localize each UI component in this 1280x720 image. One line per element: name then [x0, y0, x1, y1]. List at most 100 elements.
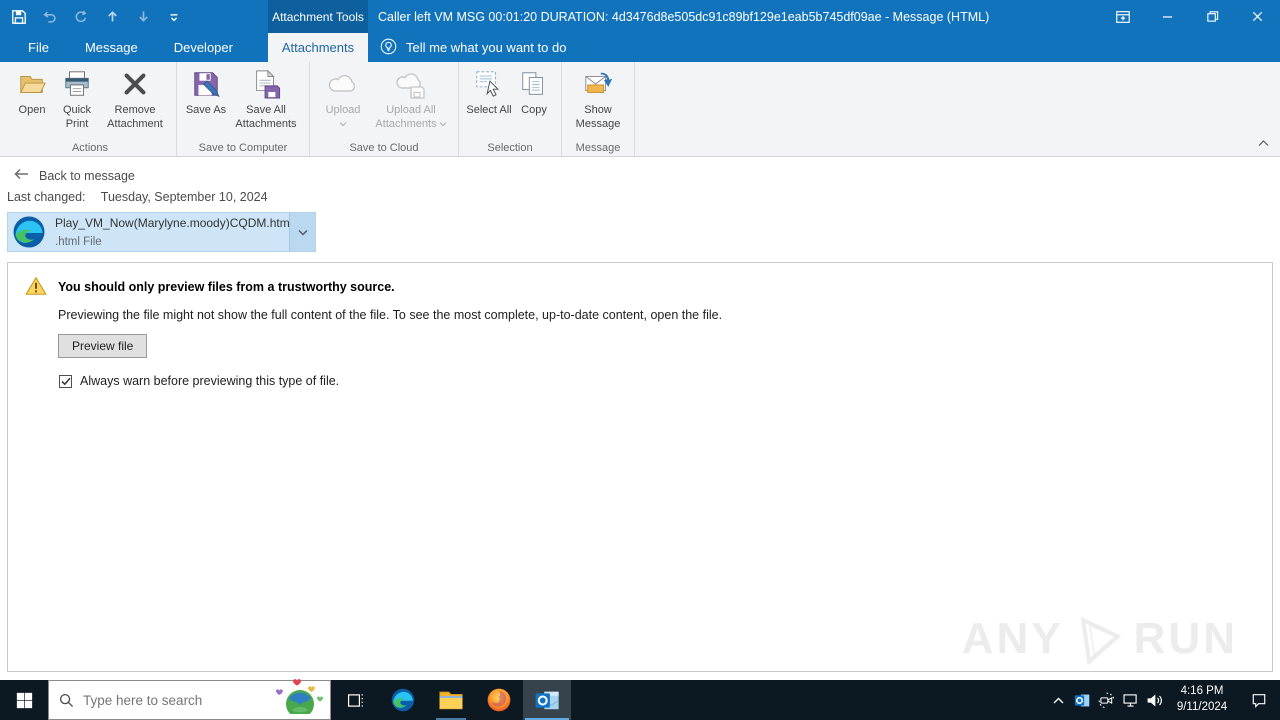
select-all-icon	[472, 67, 506, 101]
save-all-attachments-button[interactable]: Save All Attachments	[229, 65, 303, 132]
taskbar-outlook-button[interactable]	[523, 680, 571, 720]
minimize-icon[interactable]	[1145, 0, 1190, 33]
copy-label: Copy	[521, 104, 547, 116]
attachment-dropdown-button[interactable]	[289, 213, 315, 251]
open-label: Open	[18, 104, 46, 116]
remove-attachment-button[interactable]: Remove Attachment	[100, 65, 170, 132]
upload-all-cloud-icon	[394, 67, 428, 101]
upload-label: Upload	[325, 104, 361, 116]
search-icon	[59, 693, 74, 708]
ribbon-group-save-to-cloud: Upload Upload All Attachments Save to Cl…	[310, 62, 459, 156]
window-controls	[1100, 0, 1280, 33]
taskbar-file-explorer-button[interactable]	[427, 680, 475, 720]
watermark-run-text: RUN	[1133, 614, 1238, 663]
attachment-filetype: .html File	[55, 236, 102, 248]
attachment-chip-main[interactable]: Play_VM_Now(Marylyne.moody)CQDM.html .ht…	[8, 213, 289, 251]
tray-outlook-icon[interactable]	[1070, 680, 1094, 720]
clock-time: 4:16 PM	[1180, 685, 1224, 698]
save-all-attachments-label: Save All Attachments	[235, 104, 297, 130]
open-button[interactable]: Open	[10, 65, 54, 118]
window-title: Caller left VM MSG 00:01:20 DURATION: 4d…	[378, 9, 990, 24]
attachment-filename: Play_VM_Now(Marylyne.moody)CQDM.html	[55, 216, 289, 230]
tell-me-box[interactable]: Tell me what you want to do	[380, 33, 566, 62]
back-arrow-icon	[14, 168, 29, 183]
printer-icon	[60, 67, 94, 101]
taskbar-clock[interactable]: 4:16 PM 9/11/2024	[1166, 680, 1238, 720]
anyrun-watermark: ANY RUN	[962, 608, 1238, 670]
redo-icon[interactable]	[72, 8, 90, 26]
edge-file-icon	[11, 214, 47, 250]
quick-print-button[interactable]: Quick Print	[54, 65, 100, 132]
group-label-save-to-cloud: Save to Cloud	[349, 142, 419, 154]
next-item-icon[interactable]	[134, 8, 152, 26]
group-label-actions: Actions	[71, 142, 109, 154]
open-folder-icon	[15, 67, 49, 101]
remove-x-icon	[118, 67, 152, 101]
tab-message[interactable]: Message	[67, 33, 156, 62]
always-warn-label: Always warn before previewing this type …	[80, 374, 340, 388]
copy-icon	[517, 67, 551, 101]
select-all-button[interactable]: Select All	[465, 65, 513, 118]
show-message-button[interactable]: Show Message	[568, 65, 628, 132]
save-all-icon	[249, 67, 283, 101]
ribbon-group-save-to-computer: Save As Save All Attachments Save to Com…	[177, 62, 310, 156]
system-tray: 4:16 PM 9/11/2024	[1046, 680, 1280, 720]
close-icon[interactable]	[1235, 0, 1280, 33]
attachment-preview-pane: Back to message Last changed: Tuesday, S…	[0, 157, 1280, 680]
show-message-label: Show Message	[575, 104, 621, 130]
attachment-chip[interactable]: Play_VM_Now(Marylyne.moody)CQDM.html .ht…	[7, 212, 316, 252]
preview-file-button[interactable]: Preview file	[58, 334, 148, 358]
tab-attachments[interactable]: Attachments	[268, 33, 368, 62]
save-as-icon	[189, 67, 223, 101]
undo-icon[interactable]	[41, 8, 59, 26]
tray-volume-icon[interactable]	[1142, 680, 1166, 720]
collapse-ribbon-icon[interactable]	[1257, 134, 1270, 152]
tray-meet-now-icon[interactable]	[1094, 680, 1118, 720]
copy-button[interactable]: Copy	[513, 65, 555, 118]
select-all-label: Select All	[466, 104, 512, 116]
last-changed-label: Last changed:	[7, 190, 86, 204]
group-label-message: Message	[575, 142, 621, 154]
tray-network-icon[interactable]	[1118, 680, 1142, 720]
back-to-message-link[interactable]: Back to message	[14, 168, 135, 183]
quick-access-toolbar	[10, 0, 183, 33]
action-center-button[interactable]	[1238, 680, 1280, 720]
anyrun-play-icon	[1068, 608, 1130, 670]
upload-button: Upload	[316, 65, 370, 132]
show-message-icon	[581, 67, 615, 101]
quick-print-label: Quick Print	[62, 104, 92, 130]
tab-developer[interactable]: Developer	[156, 33, 251, 62]
always-warn-checkbox[interactable]	[59, 374, 72, 388]
ribbon-tab-row: File Message Developer Help Attachments …	[0, 33, 1280, 62]
tab-file[interactable]: File	[10, 33, 67, 62]
restore-icon[interactable]	[1190, 0, 1235, 33]
clock-date: 9/11/2024	[1176, 701, 1228, 713]
task-view-button[interactable]	[331, 680, 379, 720]
start-button[interactable]	[0, 680, 48, 720]
tell-me-label: Tell me what you want to do	[406, 40, 567, 55]
title-bar: Attachment Tools Caller left VM MSG 00:0…	[0, 0, 1280, 33]
taskbar-firefox-button[interactable]	[475, 680, 523, 720]
ribbon-group-message: Show Message Message	[562, 62, 635, 156]
taskbar-search[interactable]	[48, 679, 331, 720]
group-label-save-to-computer: Save to Computer	[198, 142, 288, 154]
upload-cloud-icon	[326, 67, 360, 101]
tray-chevron-up-icon[interactable]	[1046, 680, 1070, 720]
ribbon-group-selection: Select All Copy Selection	[459, 62, 562, 156]
contextual-tab-header: Attachment Tools	[268, 0, 368, 33]
group-label-selection: Selection	[487, 142, 533, 154]
taskbar: 4:16 PM 9/11/2024	[0, 679, 1280, 720]
last-changed-row: Last changed: Tuesday, September 10, 202…	[7, 190, 268, 204]
chevron-down-icon	[439, 118, 447, 132]
warning-title: You should only preview files from a tru…	[58, 280, 395, 294]
customize-qat-icon[interactable]	[165, 8, 183, 26]
save-icon[interactable]	[10, 8, 28, 26]
warning-body: Previewing the file might not show the f…	[58, 308, 723, 322]
save-as-button[interactable]: Save As	[183, 65, 229, 118]
taskbar-edge-button[interactable]	[379, 680, 427, 720]
back-to-message-label: Back to message	[39, 168, 135, 183]
ribbon-display-options-icon[interactable]	[1100, 0, 1145, 33]
warning-triangle-icon	[25, 276, 47, 301]
search-doodle-illustration	[262, 676, 328, 719]
previous-item-icon[interactable]	[103, 8, 121, 26]
